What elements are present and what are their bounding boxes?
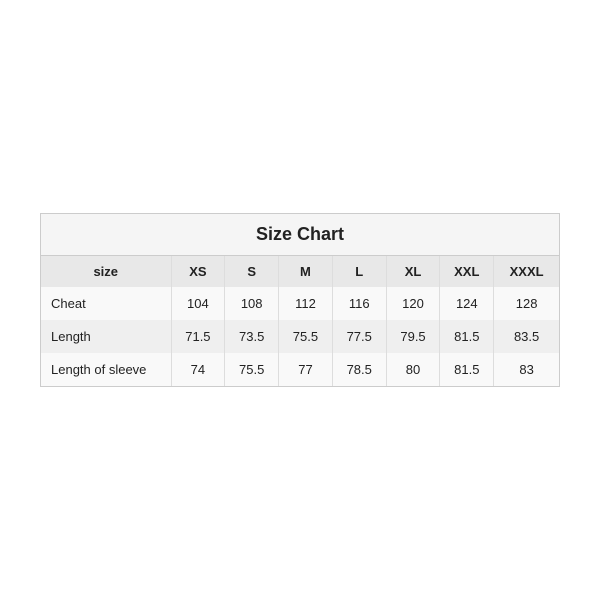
cell-2-0: 74 (171, 353, 225, 386)
row-label-0: Cheat (41, 287, 171, 320)
cell-2-4: 80 (386, 353, 440, 386)
header-col-0: size (41, 256, 171, 287)
cell-0-3: 116 (332, 287, 386, 320)
cell-2-3: 78.5 (332, 353, 386, 386)
header-col-5: XL (386, 256, 440, 287)
cell-2-6: 83 (494, 353, 559, 386)
row-label-1: Length (41, 320, 171, 353)
cell-2-1: 75.5 (225, 353, 279, 386)
table-row: Cheat104108112116120124128 (41, 287, 559, 320)
cell-0-6: 128 (494, 287, 559, 320)
header-col-3: M (279, 256, 333, 287)
size-table: sizeXSSMLXLXXLXXXL Cheat1041081121161201… (41, 256, 559, 386)
chart-title-row: Size Chart (41, 214, 559, 256)
header-col-7: XXXL (494, 256, 559, 287)
cell-2-2: 77 (279, 353, 333, 386)
header-col-6: XXL (440, 256, 494, 287)
cell-0-2: 112 (279, 287, 333, 320)
cell-2-5: 81.5 (440, 353, 494, 386)
cell-1-5: 81.5 (440, 320, 494, 353)
cell-1-0: 71.5 (171, 320, 225, 353)
table-row: Length71.573.575.577.579.581.583.5 (41, 320, 559, 353)
cell-0-4: 120 (386, 287, 440, 320)
cell-1-6: 83.5 (494, 320, 559, 353)
cell-0-5: 124 (440, 287, 494, 320)
chart-title: Size Chart (256, 224, 344, 244)
cell-0-0: 104 (171, 287, 225, 320)
table-header-row: sizeXSSMLXLXXLXXXL (41, 256, 559, 287)
cell-1-2: 75.5 (279, 320, 333, 353)
header-col-2: S (225, 256, 279, 287)
size-chart: Size Chart sizeXSSMLXLXXLXXXL Cheat10410… (40, 213, 560, 387)
row-label-2: Length of sleeve (41, 353, 171, 386)
cell-0-1: 108 (225, 287, 279, 320)
cell-1-4: 79.5 (386, 320, 440, 353)
table-body: Cheat104108112116120124128Length71.573.5… (41, 287, 559, 386)
header-col-1: XS (171, 256, 225, 287)
table-row: Length of sleeve7475.57778.58081.583 (41, 353, 559, 386)
header-col-4: L (332, 256, 386, 287)
cell-1-1: 73.5 (225, 320, 279, 353)
cell-1-3: 77.5 (332, 320, 386, 353)
